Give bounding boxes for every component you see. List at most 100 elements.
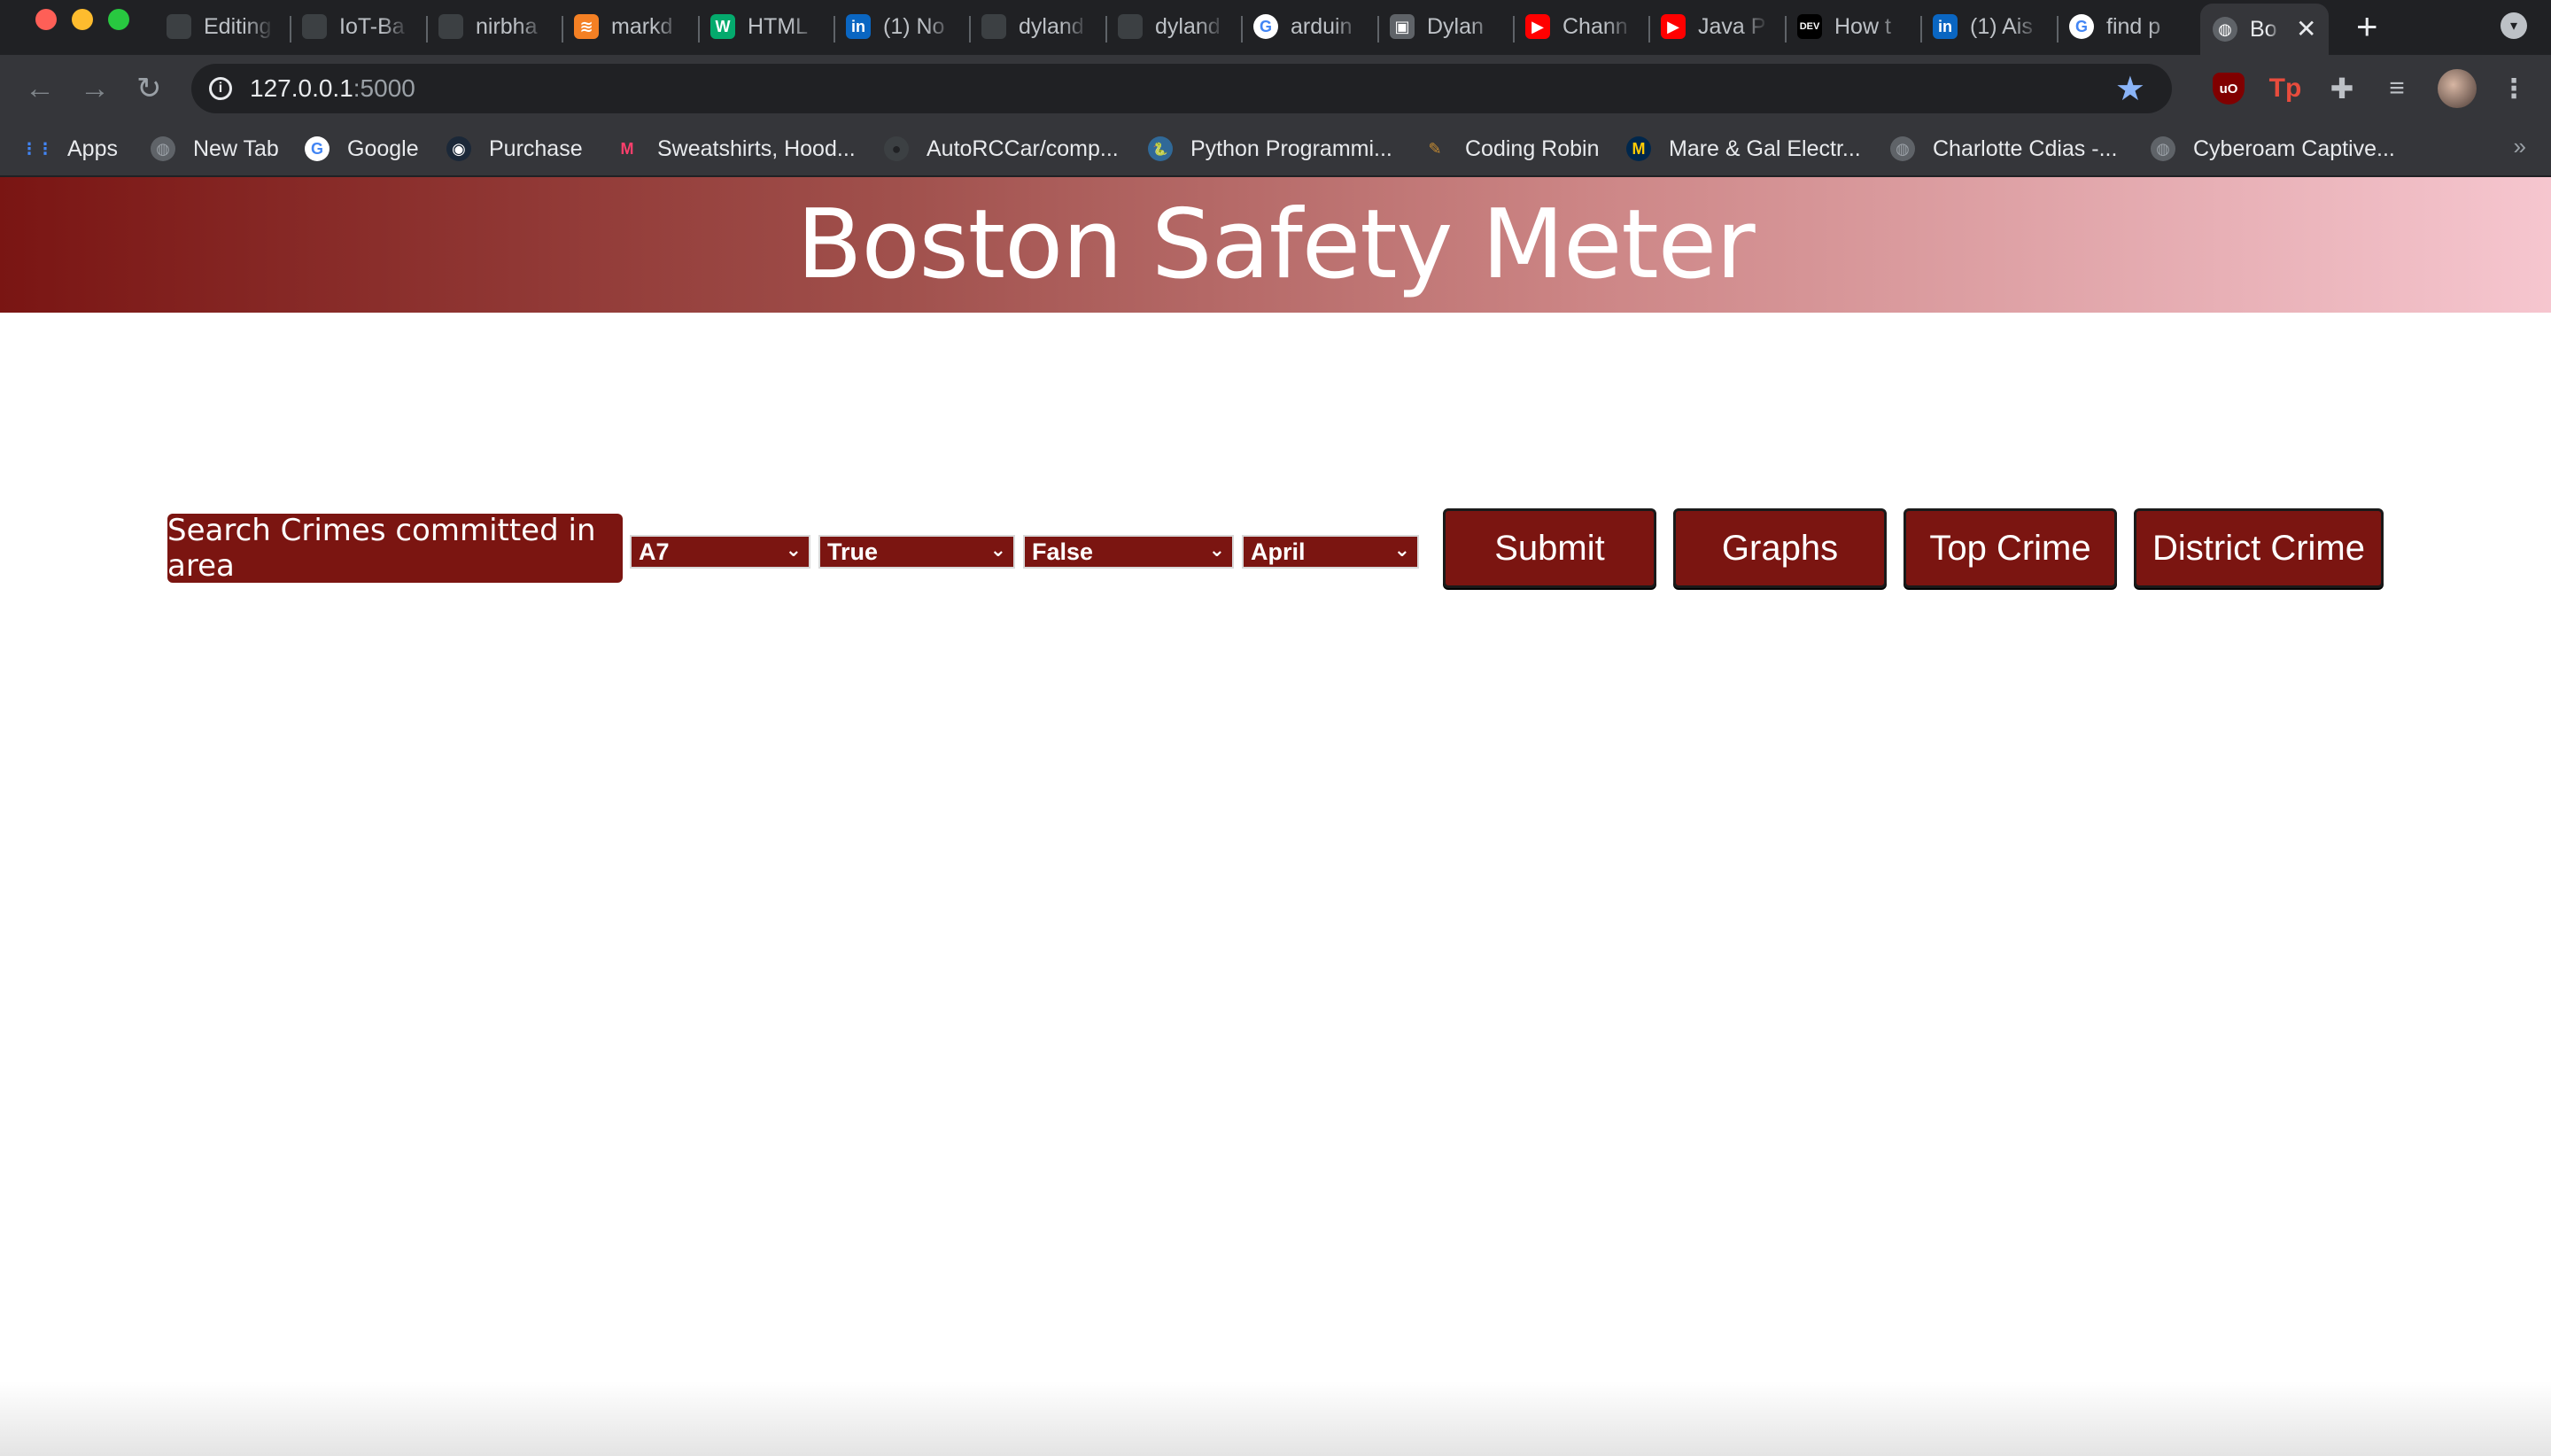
search-crimes-label: Search Crimes committed in area xyxy=(167,513,623,584)
url-host: 127.0.0.1 xyxy=(250,74,353,102)
bookmark-star-icon[interactable]: ★ xyxy=(2115,69,2145,109)
tp-extension-icon[interactable]: Tp xyxy=(2269,73,2302,105)
night-select-value: False xyxy=(1032,538,1094,565)
tab-separator xyxy=(1920,16,1922,43)
stackoverflow-icon: ≋ xyxy=(574,14,599,39)
bookmark-10[interactable]: ◍ Cyberoam Captive... xyxy=(2151,131,2395,167)
folder-icon: ▣ xyxy=(1390,14,1415,39)
tab-2[interactable]: nirbha xyxy=(438,7,547,46)
chevron-down-icon: ⌄ xyxy=(1393,538,1410,561)
graphs-button[interactable]: Graphs xyxy=(1673,508,1887,588)
tab-10[interactable]: ▶ Chann xyxy=(1525,7,1633,46)
browser-menu-icon[interactable]: ⋮ xyxy=(2498,73,2530,105)
top-crime-button[interactable]: Top Crime xyxy=(1904,508,2117,588)
bookmark-9[interactable]: ◍ Charlotte Cdias -... xyxy=(1890,131,2117,167)
submit-button[interactable]: Submit xyxy=(1443,508,1656,588)
tab-1[interactable]: IoT-Ba xyxy=(302,7,410,46)
google-icon: G xyxy=(1253,14,1278,39)
linkedin-icon: in xyxy=(846,14,871,39)
chevron-down-icon: ⌄ xyxy=(989,538,1006,561)
tab-separator xyxy=(1785,16,1787,43)
district-crime-button[interactable]: District Crime xyxy=(2134,508,2384,588)
tab-label: (1) No xyxy=(883,13,945,39)
tab-active[interactable]: ◍ Bo ✕ xyxy=(2200,4,2330,55)
chevron-down-icon: ⌄ xyxy=(785,538,802,561)
bookmark-label: Google xyxy=(347,136,419,161)
tab-7[interactable]: dyland xyxy=(1118,7,1226,46)
district-select[interactable]: A7 ⌄ xyxy=(630,535,810,569)
tab-0[interactable]: Editing xyxy=(167,7,275,46)
maximize-window-button[interactable] xyxy=(108,9,129,30)
bookmark-label: Charlotte Cdias -... xyxy=(1933,136,2118,161)
month-select[interactable]: April ⌄ xyxy=(1242,535,1419,569)
minimize-window-button[interactable] xyxy=(72,9,93,30)
ublock-extension-icon[interactable]: uO xyxy=(2213,73,2245,105)
site-info-icon[interactable]: i xyxy=(209,77,232,100)
bookmark-1[interactable]: ◍ New Tab xyxy=(151,131,279,167)
forward-arrow-icon[interactable]: → xyxy=(80,71,110,106)
bookmarks-overflow-icon[interactable]: » xyxy=(2514,133,2526,160)
bookmark-label: Purchase xyxy=(489,136,583,161)
night-select[interactable]: False ⌄ xyxy=(1023,535,1234,569)
tab-label: nirbha xyxy=(476,13,538,39)
profile-avatar[interactable] xyxy=(2438,69,2477,108)
bookmark-8[interactable]: M Mare & Gal Electr... xyxy=(1626,131,1861,167)
tab-separator xyxy=(1377,16,1379,43)
tab-8[interactable]: Garduin xyxy=(1253,7,1361,46)
tab-14[interactable]: Gfind p xyxy=(2069,7,2177,46)
tab-3[interactable]: ≋ markd xyxy=(574,7,682,46)
media-control-icon[interactable]: ≡ xyxy=(2381,73,2413,105)
tab-active-label: Bo xyxy=(2250,16,2277,42)
globe-icon: ◍ xyxy=(2213,17,2237,42)
globe-icon: ◍ xyxy=(151,136,175,161)
close-window-button[interactable] xyxy=(35,9,57,30)
reload-icon[interactable]: ↻ xyxy=(136,71,162,106)
bookmark-4[interactable]: M Sweatshirts, Hood... xyxy=(615,131,856,167)
bookmark-5[interactable]: ● AutoRCCar/comp... xyxy=(884,131,1119,167)
bookmark-3[interactable]: ◉ Purchase xyxy=(446,131,583,167)
bookmark-7[interactable]: ✎ Coding Robin xyxy=(1423,131,1600,167)
shooting-select[interactable]: True ⌄ xyxy=(818,535,1015,569)
tab-5[interactable]: in (1) No xyxy=(846,7,954,46)
extensions-puzzle-icon[interactable]: ✚ xyxy=(2326,73,2358,105)
tab-12[interactable]: DEV How t xyxy=(1797,7,1905,46)
blank-tab-icon xyxy=(438,14,463,39)
url-port: :5000 xyxy=(353,74,415,102)
tab-11[interactable]: ▶ Java P xyxy=(1661,7,1769,46)
bookmark-0[interactable]: ⋮⋮ Apps xyxy=(21,131,118,167)
tab-label: dyland xyxy=(1155,13,1221,39)
robin-icon: ✎ xyxy=(1428,139,1442,158)
tab-search-icon[interactable]: ▾ xyxy=(2501,12,2527,39)
tab-label: find p xyxy=(2106,13,2161,39)
tab-separator xyxy=(1241,16,1243,43)
google-icon: G xyxy=(305,136,330,161)
tab-9[interactable]: ▣ Dylan xyxy=(1390,7,1498,46)
tab-separator xyxy=(834,16,835,43)
tab-4[interactable]: W HTML xyxy=(710,7,818,46)
bookmarks-bar: ⋮⋮ Apps ◍ New Tab G Google ◉ Purchase M Sweatshir… xyxy=(0,122,2551,177)
address-bar[interactable]: i 127.0.0.1:5000 ★ xyxy=(191,64,2172,113)
tab-separator xyxy=(290,16,291,43)
bookmark-2[interactable]: G Google xyxy=(305,131,419,167)
bookmark-label: Coding Robin xyxy=(1465,136,1600,161)
tab-6[interactable]: dyland xyxy=(981,7,1089,46)
bookmark-label: AutoRCCar/comp... xyxy=(927,136,1119,161)
tab-13[interactable]: in (1) Ais xyxy=(1933,7,2041,46)
back-arrow-icon[interactable]: ← xyxy=(25,71,55,106)
tab-label: Editing xyxy=(204,13,272,39)
bookmark-label: Sweatshirts, Hood... xyxy=(657,136,856,161)
bookmark-label: Mare & Gal Electr... xyxy=(1669,136,1861,161)
tab-separator xyxy=(1648,16,1650,43)
apps-grid-icon: ⋮⋮ xyxy=(21,139,53,158)
new-tab-button[interactable]: + xyxy=(2356,7,2378,46)
tab-label: Java P xyxy=(1698,13,1766,39)
tab-label: markd xyxy=(611,13,673,39)
tab-label: Chann xyxy=(1562,13,1628,39)
shooting-select-value: True xyxy=(827,538,879,565)
globe-icon: ◍ xyxy=(1890,136,1915,161)
blank-tab-icon xyxy=(981,14,1006,39)
month-select-value: April xyxy=(1251,538,1306,565)
blank-tab-icon xyxy=(167,14,191,39)
bookmark-6[interactable]: 🐍 Python Programmi... xyxy=(1148,131,1392,167)
close-tab-icon[interactable]: ✕ xyxy=(2296,17,2316,42)
